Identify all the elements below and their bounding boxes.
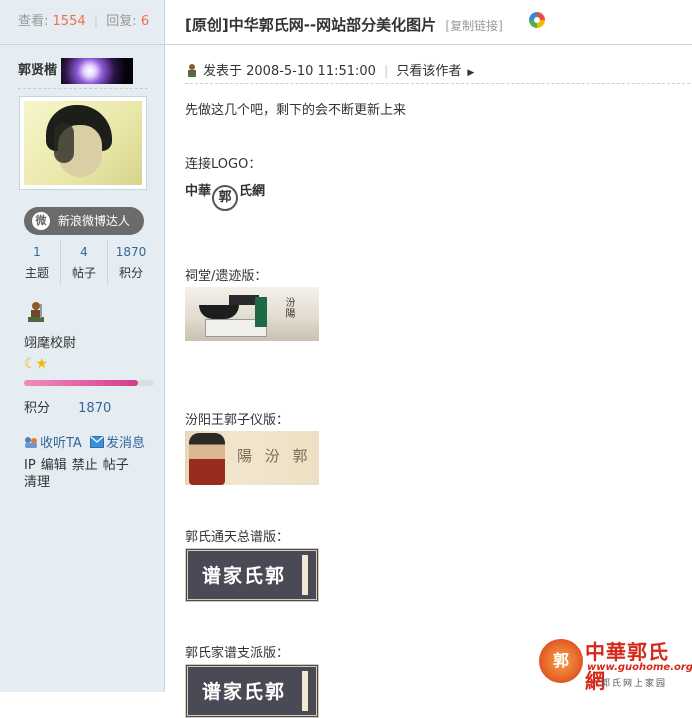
banner-branch-text: 谱家氏郭 bbox=[202, 681, 287, 703]
admin-edit-link[interactable]: 编辑 bbox=[41, 458, 67, 473]
level-progress-bar bbox=[24, 380, 154, 386]
admin-links: IP 编辑 禁止 帖子清理 bbox=[24, 457, 144, 491]
banner-general-genealogy[interactable]: 谱家氏郭 bbox=[185, 548, 319, 602]
post-title-text: [原创]中华郭氏网--网站部分美化图片 bbox=[185, 16, 437, 34]
post-intro: 先做这几个吧，剩下的会不断更新上来 bbox=[185, 103, 407, 118]
logo-text-right: 氏網 bbox=[239, 184, 266, 199]
count-value: 1 bbox=[33, 245, 41, 259]
name-divider bbox=[18, 88, 148, 89]
count-label: 积分 bbox=[118, 266, 143, 280]
thread-stats: 查看: 1554 | 回复: 6 bbox=[0, 0, 164, 45]
banner-fenyang-text: 陽 汾 郭 bbox=[237, 447, 312, 465]
author-actions: 收听TA 发消息 bbox=[24, 432, 145, 451]
post-meta: 发表于 2008-5-10 11:51:00 | 只看该作者 ▶ bbox=[185, 60, 474, 79]
replies-label: 回复: bbox=[106, 14, 137, 29]
message-icon bbox=[89, 436, 104, 448]
stats-divider: | bbox=[93, 14, 99, 29]
banner-branch-genealogy[interactable]: 谱家氏郭 bbox=[185, 664, 319, 718]
rank-title: 翊麾校尉 bbox=[24, 336, 77, 351]
admin-posts-link[interactable]: 帖子 bbox=[103, 458, 129, 473]
weibo-icon: 微 bbox=[32, 212, 50, 230]
copy-link-button[interactable]: [复制链接] bbox=[445, 19, 502, 33]
listen-link[interactable]: 收听TA bbox=[40, 436, 82, 451]
listen-icon bbox=[25, 437, 37, 448]
watermark-subtitle: 郭氏网上家园 bbox=[601, 679, 668, 689]
banner-ancestral-text: 汾陽 bbox=[283, 297, 294, 319]
section-label-branch: 郭氏家谱支派版： bbox=[185, 646, 290, 661]
section-label-logo: 连接LOGO： bbox=[185, 157, 262, 172]
banner-scroll-decoration bbox=[302, 671, 308, 711]
points-row: 积分 1870 bbox=[24, 397, 111, 416]
site-logo-link[interactable]: 中華郭氏網 bbox=[185, 180, 266, 211]
banner-fenyang-king[interactable]: 陽 汾 郭 bbox=[185, 431, 319, 485]
section-label-general: 郭氏通天总谱版： bbox=[185, 530, 290, 545]
level-progress-fill bbox=[24, 380, 139, 386]
count-label: 主题 bbox=[24, 266, 49, 280]
meta-divider: | bbox=[383, 64, 389, 79]
watermark-seal-logo: 郭 bbox=[539, 639, 583, 683]
count-topics[interactable]: 1 主题 bbox=[14, 240, 61, 284]
weibo-badge-label: 新浪微博达人 bbox=[58, 214, 131, 228]
section-label-ancestral: 祠堂/遗迹版： bbox=[185, 269, 268, 284]
count-posts[interactable]: 4 帖子 bbox=[61, 240, 108, 284]
watermark-url: www.guohome.org bbox=[587, 662, 692, 673]
play-arrow-icon: ▶ bbox=[467, 68, 475, 78]
author-counts: 1 主题 4 帖子 1870 积分 bbox=[14, 240, 154, 288]
banner-portrait bbox=[189, 433, 225, 485]
views-count: 1554 bbox=[52, 14, 86, 29]
post-title: [原创]中华郭氏网--网站部分美化图片 [复制链接] bbox=[185, 14, 503, 35]
logo-text-left: 中華 bbox=[185, 184, 212, 199]
admin-ban-link[interactable]: 禁止 bbox=[72, 458, 98, 473]
points-value: 1870 bbox=[78, 401, 112, 416]
banner-general-text: 谱家氏郭 bbox=[202, 565, 287, 587]
count-value: 4 bbox=[80, 245, 88, 259]
meta-divider-line bbox=[185, 83, 690, 84]
admin-clean-link[interactable]: 清理 bbox=[24, 475, 50, 490]
admin-ip-link[interactable]: IP bbox=[24, 458, 36, 473]
author-username[interactable]: 郭贤楷 bbox=[18, 58, 57, 84]
message-link[interactable]: 发消息 bbox=[106, 436, 145, 451]
username-glow-decoration bbox=[61, 58, 134, 84]
post-header: [原创]中华郭氏网--网站部分美化图片 [复制链接] bbox=[165, 0, 692, 45]
avatar[interactable] bbox=[19, 96, 147, 190]
weibo-badge-button[interactable]: 微 新浪微博达人 bbox=[24, 207, 144, 235]
author-name-row: 郭贤楷 bbox=[18, 58, 134, 84]
logo-ring-char: 郭 bbox=[212, 185, 239, 211]
section-label-fenyang: 汾阳王郭子仪版： bbox=[185, 413, 290, 428]
avatar-image bbox=[24, 101, 142, 185]
posted-time: 发表于 2008-5-10 11:51:00 bbox=[203, 64, 376, 79]
replies-count: 6 bbox=[140, 14, 150, 29]
count-label: 帖子 bbox=[71, 266, 96, 280]
banner-scroll-decoration bbox=[302, 555, 308, 595]
author-sidebar: 查看: 1554 | 回复: 6 郭贤楷 微 新浪微博达人 1 主题 4 帖子 … bbox=[0, 0, 165, 692]
points-label: 积分 bbox=[24, 401, 51, 416]
views-label: 查看: bbox=[18, 14, 49, 29]
site-watermark: 郭 中華郭氏網 www.guohome.org 郭氏网上家园 bbox=[539, 636, 692, 693]
level-moon-star-icon: ☾★ bbox=[24, 356, 48, 372]
rank-warrior-icon bbox=[28, 302, 44, 322]
count-value: 1870 bbox=[115, 245, 147, 259]
only-author-link[interactable]: 只看该作者 bbox=[396, 64, 461, 79]
poster-icon bbox=[188, 64, 196, 77]
share-color-wheel-icon[interactable] bbox=[529, 12, 545, 28]
count-points[interactable]: 1870 积分 bbox=[108, 240, 154, 284]
banner-ancestral-hall[interactable]: 汾陽 bbox=[185, 287, 319, 341]
